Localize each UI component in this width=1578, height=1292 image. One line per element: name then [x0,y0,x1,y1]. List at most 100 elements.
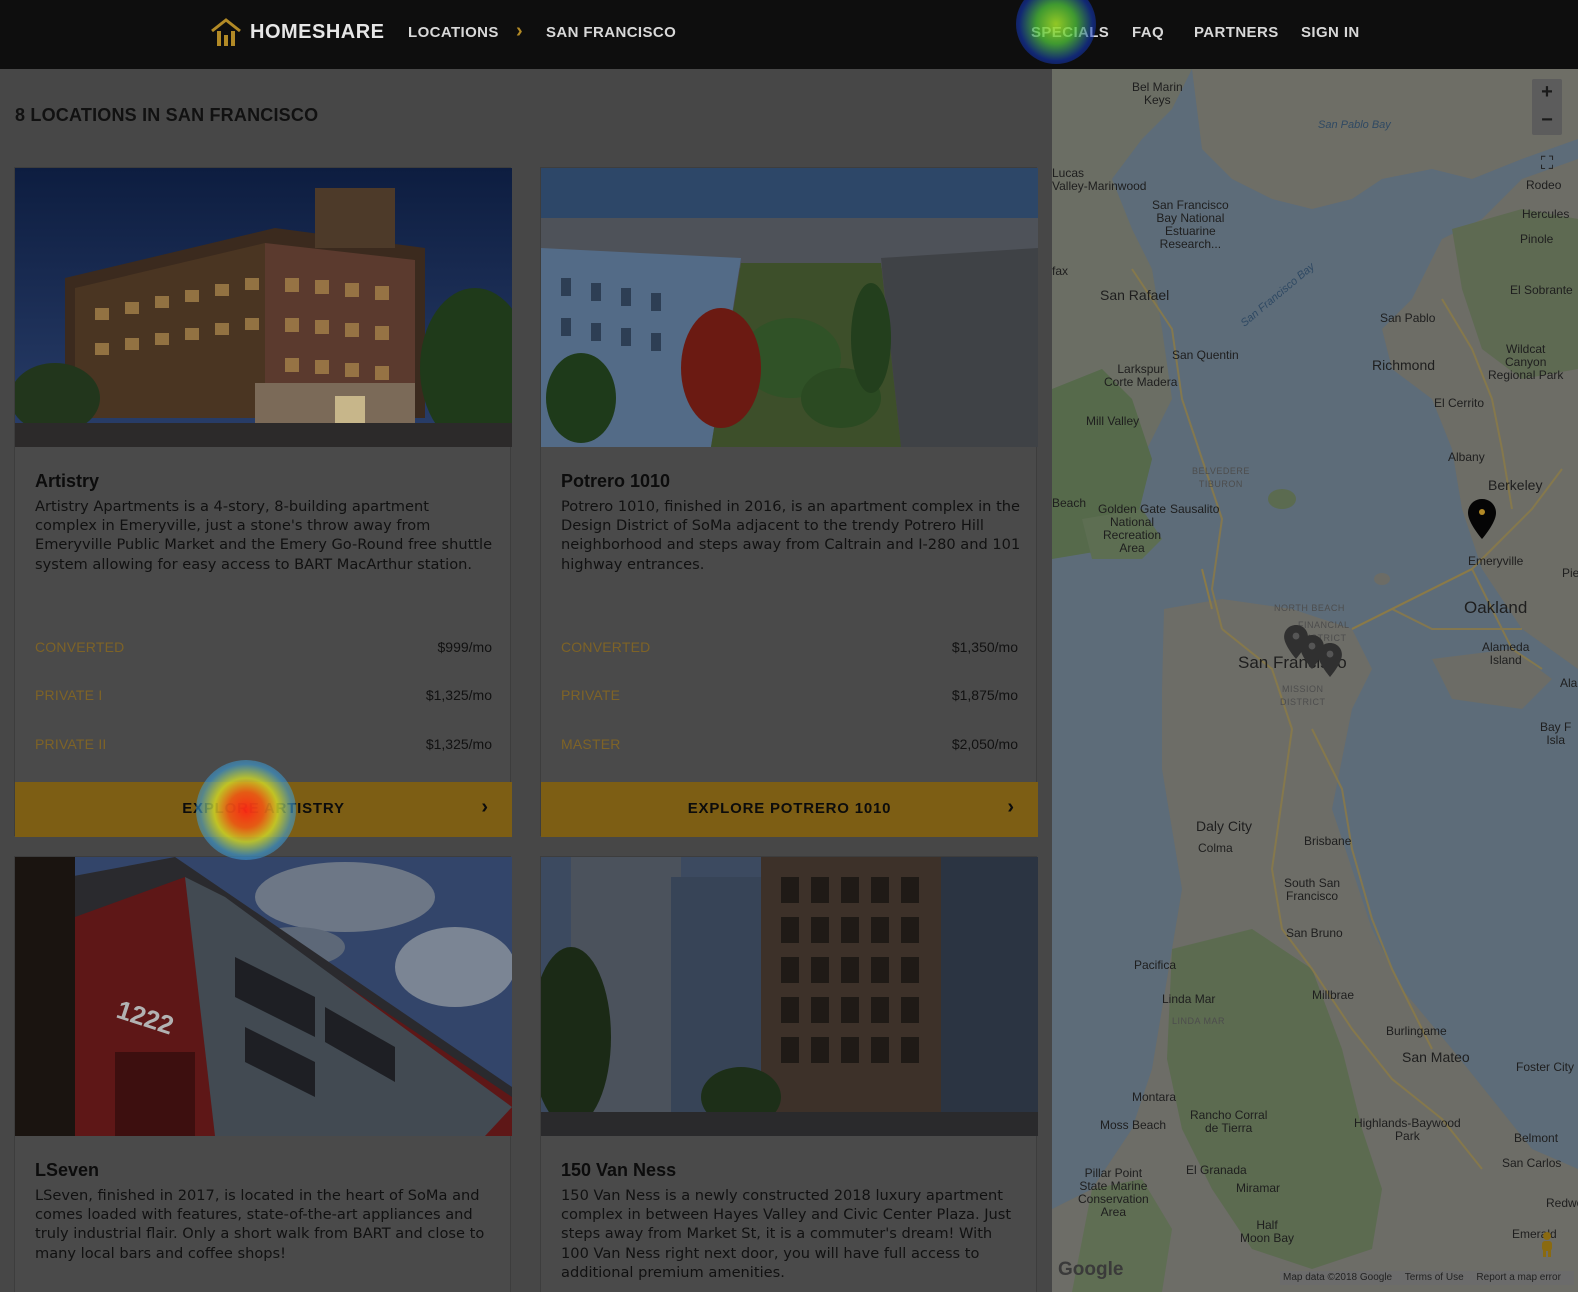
breadcrumb-chevron-icon: › [516,20,523,42]
nav-sign-in[interactable]: SIGN IN [1301,24,1360,41]
map-label: Wildcat Canyon Regional Park [1488,342,1564,382]
zoom-out-button[interactable]: − [1532,109,1562,132]
map-label: Moss Beach [1100,1118,1167,1132]
location-title[interactable]: Potrero 1010 [561,471,670,492]
price-row: PRIVATE I $1,325/mo [35,687,492,707]
map-label: NORTH BEACH [1274,603,1345,613]
explore-button-label: EXPLORE ARTISTRY [182,800,345,817]
map-label: Pinole [1520,232,1554,246]
location-card-150-van-ness: 150 Van Ness 150 Van Ness is a newly con… [540,856,1038,1292]
map-label: Miramar [1236,1181,1280,1195]
locations-count-heading: 8 LOCATIONS IN SAN FRANCISCO [15,105,319,125]
map-pin-icon[interactable] [1318,643,1342,677]
map-zoom-control: + − [1532,79,1562,135]
map-label: Berkeley [1488,477,1543,493]
room-type: PRIVATE I [35,687,103,703]
price-row: PRIVATE $1,875/mo [561,687,1018,707]
room-type: CONVERTED [561,639,651,655]
map-label: San Mateo [1402,1049,1470,1065]
map-label: San Francisco Bay National Estuarine Resear… [1152,198,1229,251]
explore-artistry-button[interactable]: EXPLORE ARTISTRY › [15,782,512,837]
location-description: LSeven, finished in 2017, is located in … [35,1187,485,1262]
top-nav-bar: HOMESHARE LOCATIONS › SAN FRANCISCO SPEC… [0,0,1578,69]
zoom-in-button[interactable]: + [1532,81,1562,104]
map-label: El Sobrante [1510,283,1573,297]
location-card-potrero-1010: Potrero 1010 Potrero 1010, finished in 2… [540,167,1038,837]
price-row: CONVERTED $1,350/mo [561,639,1018,659]
location-card-lseven: 1222 LSeven LSeven, finished in 2017, is… [14,856,512,1292]
map-label: Foster City [1516,1060,1575,1074]
room-price: $1,350/mo [951,639,1018,655]
location-photo-artistry[interactable] [15,168,512,447]
nav-faq[interactable]: FAQ [1132,24,1164,41]
map-label: fax [1052,264,1069,278]
room-type: CONVERTED [35,639,125,655]
locations-list-panel: 8 LOCATIONS IN SAN FRANCISCO Artistry Ar… [0,69,1052,1292]
map-label: Beach [1052,496,1087,510]
map-label: Sausalito [1170,502,1220,516]
location-description: Artistry Apartments is a 4-story, 8-buil… [35,498,493,573]
chevron-right-icon: › [481,796,488,818]
map-pin-artistry-icon[interactable] [1468,499,1496,539]
map-label: Mill Valley [1086,414,1140,428]
map-label: San Quentin [1172,348,1239,362]
map-label: Highlands-Baywood Park [1354,1116,1461,1143]
map-base-layer [1052,69,1578,1292]
room-type: MASTER [561,736,621,752]
map-label: Bay F Isla [1540,720,1572,747]
room-type: PRIVATE II [35,736,107,752]
price-row: MASTER $2,050/mo [561,736,1018,756]
map-attribution: Map data ©2018 Google Terms of Use Repor… [1280,1271,1574,1285]
map-label: Daly City [1196,818,1253,834]
location-photo-potrero-1010[interactable] [541,168,1038,447]
map-label: Pie [1562,566,1578,580]
map-label: Half Moon Bay [1240,1218,1295,1245]
location-title[interactable]: Artistry [35,471,99,492]
explore-button-label: EXPLORE POTRERO 1010 [687,800,892,817]
breadcrumb-locations[interactable]: LOCATIONS [408,24,499,41]
map-label: El Cerrito [1434,396,1485,410]
report-map-error-link[interactable]: Report a map error [1476,1272,1560,1283]
map-label: Colma [1198,841,1233,855]
map-label: Hercules [1522,207,1570,221]
room-price: $1,325/mo [425,736,492,752]
map-label: Millbrae [1312,988,1355,1002]
room-price: $2,050/mo [951,736,1018,752]
map-label: San Rafael [1100,287,1170,303]
map-label: Alame [1560,676,1578,690]
map-label: Larkspur Corte Madera [1104,362,1178,389]
map-label: Lucas Valley-Marinwood [1052,166,1147,193]
price-row: PRIVATE II $1,325/mo [35,736,492,756]
map-label: LINDA MAR [1172,1016,1226,1026]
fullscreen-icon[interactable]: ⛶ [1532,153,1562,183]
terms-of-use-link[interactable]: Terms of Use [1405,1272,1464,1283]
breadcrumb-san-francisco[interactable]: SAN FRANCISCO [546,24,676,41]
map-data-credit: Map data ©2018 Google [1283,1272,1393,1283]
location-photo-lseven[interactable]: 1222 [15,857,512,1136]
map-label: South San Francisco [1284,876,1341,903]
room-price: $999/mo [437,639,492,655]
pegman-icon[interactable] [1538,1231,1556,1257]
explore-potrero-1010-button[interactable]: EXPLORE POTRERO 1010 › [541,782,1038,837]
map-label: San Pablo [1380,311,1436,325]
map-label: Rancho Corral de Tierra [1190,1108,1268,1135]
map-label: Golden Gate National Recreation Area [1098,502,1167,555]
location-title[interactable]: 150 Van Ness [561,1160,676,1181]
map-label: Burlingame [1386,1024,1447,1038]
nav-partners[interactable]: PARTNERS [1194,24,1279,41]
room-type: PRIVATE [561,687,621,703]
location-title[interactable]: LSeven [35,1160,99,1181]
house-icon [211,18,241,46]
location-card-artistry: Artistry Artistry Apartments is a 4-stor… [14,167,512,837]
location-photo-150-van-ness[interactable] [541,857,1038,1136]
map-label: Bel Marin Keys [1132,80,1183,107]
brand-logo-link[interactable]: HOMESHARE [210,16,385,48]
room-price: $1,875/mo [951,687,1018,703]
nav-specials[interactable]: SPECIALS [1031,24,1109,41]
map-label: Alameda Island [1482,640,1530,667]
location-map[interactable]: Bel Marin Keys Lucas Valley-Marinwood San … [1052,69,1578,1292]
map-label: Belmont [1514,1131,1559,1145]
map-label: Pillar Point State Marine Conservation Area [1078,1166,1149,1219]
map-label: San Pablo Bay [1318,119,1391,131]
map-label: Redwo [1546,1196,1578,1210]
